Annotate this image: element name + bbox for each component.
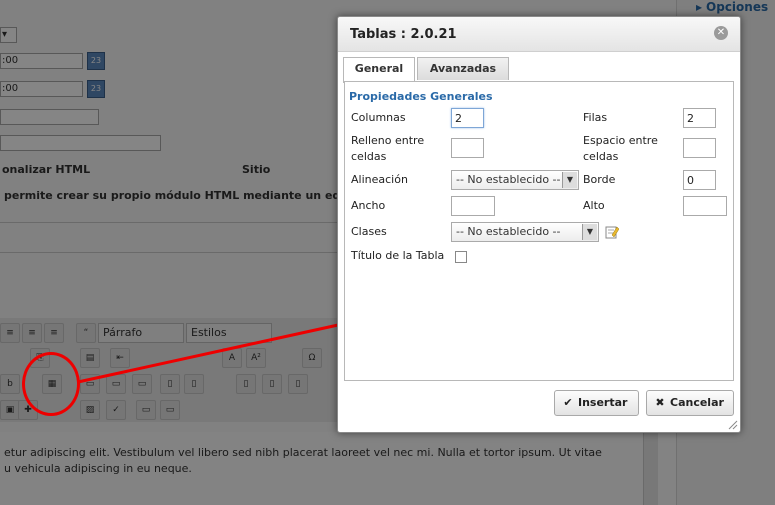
cell-padding-label: Relleno entre celdas — [351, 134, 425, 163]
cell-spacing-label: Espacio entre celdas — [583, 134, 658, 163]
close-icon[interactable]: ✕ — [714, 26, 728, 40]
classes-select[interactable]: -- No establecido -- ▼ — [451, 222, 599, 242]
dialog-title: Tablas : 2.0.21 — [350, 27, 457, 42]
columns-label: Columnas — [351, 111, 406, 124]
cancel-button[interactable]: ✖ Cancelar — [646, 390, 734, 416]
rows-label: Filas — [583, 111, 608, 124]
classes-label: Clases — [351, 225, 387, 238]
border-label: Borde — [583, 173, 616, 186]
height-input[interactable] — [683, 196, 727, 216]
resize-grip-icon[interactable] — [728, 420, 738, 430]
close-icon: ✖ — [655, 396, 665, 409]
tab-advanced[interactable]: Avanzadas — [417, 57, 509, 80]
section-title: Propiedades Generales — [349, 90, 493, 103]
height-label: Alto — [583, 199, 605, 212]
cell-padding-input[interactable] — [451, 138, 484, 158]
caption-label: Título de la Tabla — [351, 249, 445, 262]
border-input[interactable]: 0 — [683, 170, 716, 190]
columns-input[interactable]: 2 — [451, 108, 484, 128]
caption-checkbox[interactable] — [455, 251, 467, 263]
edit-icon[interactable] — [605, 225, 619, 239]
chevron-down-icon: ▼ — [582, 224, 597, 240]
alignment-select[interactable]: -- No establecido -- ▼ — [451, 170, 579, 190]
insert-button[interactable]: ✔ Insertar — [554, 390, 639, 416]
chevron-down-icon: ▼ — [562, 172, 577, 188]
alignment-label: Alineación — [351, 173, 408, 186]
tab-general[interactable]: General — [343, 57, 415, 83]
rows-input[interactable]: 2 — [683, 108, 716, 128]
cell-spacing-input[interactable] — [683, 138, 716, 158]
general-panel: Propiedades Generales Columnas 2 Filas 2… — [344, 81, 734, 381]
width-input[interactable] — [451, 196, 495, 216]
checkmark-icon: ✔ — [563, 396, 573, 409]
width-label: Ancho — [351, 199, 386, 212]
dialog-titlebar[interactable]: Tablas : 2.0.21 ✕ — [338, 17, 740, 52]
table-dialog: Tablas : 2.0.21 ✕ General Avanzadas Prop… — [337, 16, 741, 433]
